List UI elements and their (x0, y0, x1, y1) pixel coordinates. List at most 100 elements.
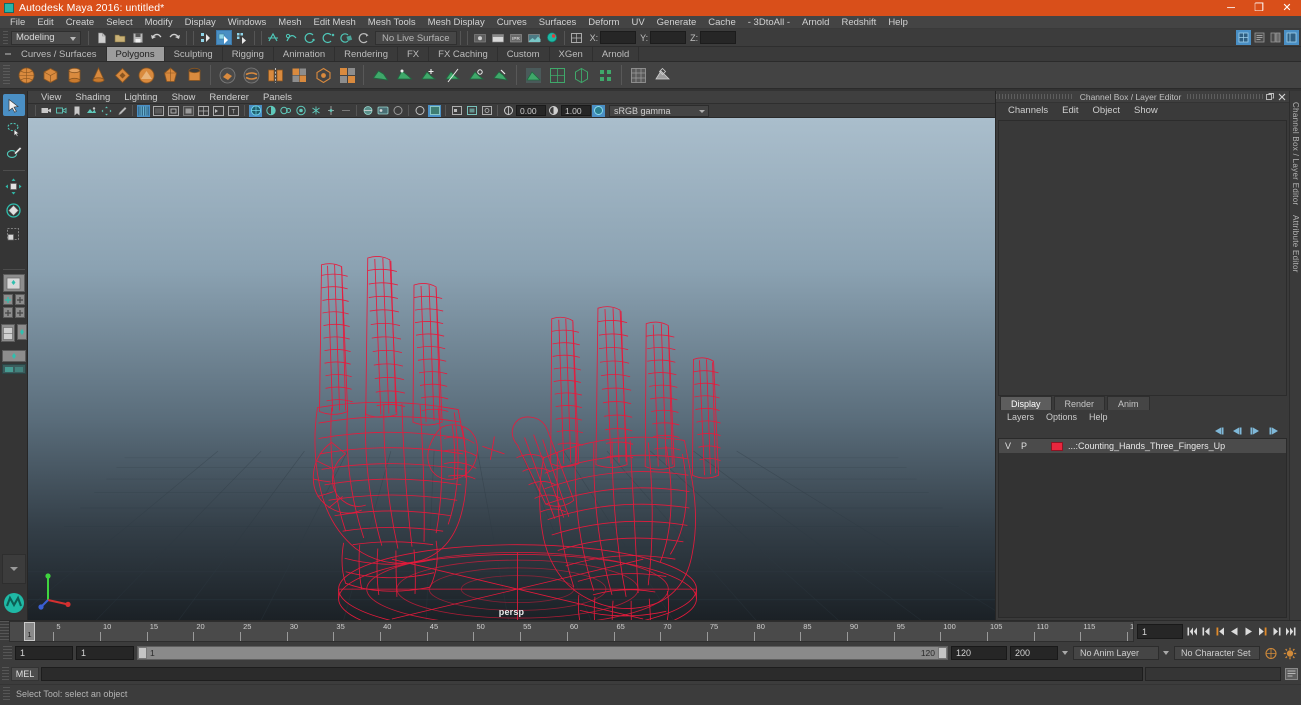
ipr-render-icon[interactable] (490, 30, 506, 45)
step-back-frame-icon[interactable] (1200, 625, 1213, 639)
move-layer-up-icon[interactable] (1268, 426, 1281, 437)
grease-pencil-icon[interactable] (115, 105, 128, 117)
boolean-icon[interactable] (288, 64, 310, 86)
bookmarks-icon[interactable] (70, 105, 83, 117)
collapse-toolbox-button[interactable] (1, 554, 26, 584)
gamma-icon[interactable] (547, 105, 560, 117)
shelf-tab-curves-surfaces[interactable]: Curves / Surfaces (12, 47, 107, 61)
step-forward-frame-icon[interactable] (1270, 625, 1283, 639)
shelf-handle[interactable] (3, 47, 12, 61)
range-start-handle[interactable] (138, 647, 147, 659)
shelf-tab-rendering[interactable]: Rendering (335, 47, 398, 61)
snap-to-projected-center-icon[interactable] (320, 30, 336, 45)
append-polygon-icon[interactable] (417, 64, 439, 86)
rotate-tool[interactable] (3, 199, 25, 221)
paint-select-tool[interactable] (3, 142, 25, 164)
show-hide-modeling-toolkit-icon[interactable] (1236, 30, 1251, 45)
smooth-shade-all-icon[interactable] (480, 105, 493, 117)
lasso-select-tool[interactable] (3, 118, 25, 140)
range-slider-grip[interactable] (3, 645, 12, 661)
film-gate-icon[interactable] (152, 105, 165, 117)
shelf-tab-animation[interactable]: Animation (274, 47, 336, 61)
safe-action-icon[interactable] (197, 105, 210, 117)
color-management-selector[interactable]: sRGB gamma (609, 104, 709, 117)
step-forward-key-icon[interactable] (1256, 625, 1269, 639)
layer-editor-menu-layers[interactable]: Layers (1001, 410, 1040, 424)
motion-blur-icon[interactable] (294, 105, 307, 117)
mirror-geometry-icon[interactable] (264, 64, 286, 86)
menu-item-help[interactable]: Help (882, 16, 914, 29)
uv-editor-icon[interactable] (546, 64, 568, 86)
layer-editor-tab-display[interactable]: Display (1000, 396, 1052, 410)
sidebar-tab-attribute-editor[interactable]: Attribute Editor (1291, 210, 1300, 278)
menu-set-selector[interactable]: Modeling (11, 30, 81, 45)
outliner-persp-layout[interactable] (1, 364, 26, 374)
step-back-key-icon[interactable] (1214, 625, 1227, 639)
menu-item-file[interactable]: File (4, 16, 31, 29)
color-management-icon[interactable] (592, 104, 605, 117)
coord-y-input[interactable] (650, 31, 687, 44)
multisample-icon[interactable] (309, 105, 322, 117)
menu-item-edit-mesh[interactable]: Edit Mesh (308, 16, 362, 29)
show-hide-attribute-editor-icon[interactable] (1252, 30, 1267, 45)
menu-item-surfaces[interactable]: Surfaces (533, 16, 583, 29)
image-plane-icon[interactable] (85, 105, 98, 117)
hypershade-icon[interactable] (544, 30, 560, 45)
render-view-icon[interactable] (526, 30, 542, 45)
bevel-icon[interactable] (369, 64, 391, 86)
polygon-plane-icon[interactable] (135, 64, 157, 86)
polygon-cylinder-icon[interactable] (63, 64, 85, 86)
polygon-cube-icon[interactable] (39, 64, 61, 86)
shaded-display-icon[interactable] (413, 105, 426, 117)
viewport-menu-show[interactable]: Show (165, 91, 203, 104)
channel-box-menu-show[interactable]: Show (1127, 103, 1165, 119)
multi-cut-icon[interactable] (441, 64, 463, 86)
coord-z-input[interactable] (700, 31, 737, 44)
channel-box-menu-object[interactable]: Object (1086, 103, 1127, 119)
menu-item-mesh-display[interactable]: Mesh Display (422, 16, 491, 29)
time-slider-grip[interactable] (0, 621, 9, 642)
menu-item-deform[interactable]: Deform (582, 16, 625, 29)
menu-item-cache[interactable]: Cache (702, 16, 741, 29)
layer-editor-tab-anim[interactable]: Anim (1107, 396, 1150, 410)
character-set-selector[interactable]: No Character Set (1174, 646, 1260, 660)
select-by-component-icon[interactable] (234, 30, 250, 45)
polygon-platonic-icon[interactable] (183, 64, 205, 86)
shelf-grip[interactable] (3, 65, 10, 85)
new-scene-icon[interactable] (94, 30, 110, 45)
smooth-icon[interactable] (312, 64, 334, 86)
two-panes-stacked-layout[interactable] (2, 307, 13, 318)
menu-item-mesh[interactable]: Mesh (272, 16, 307, 29)
viewport-menu-panels[interactable]: Panels (256, 91, 299, 104)
playback-start-field[interactable]: 1 (76, 646, 134, 660)
two-panes-side-layout[interactable] (14, 294, 25, 305)
polygon-soccer-ball-icon[interactable] (627, 64, 649, 86)
layer-editor-tab-render[interactable]: Render (1053, 396, 1106, 410)
anim-start-field[interactable]: 1 (15, 646, 73, 660)
minimize-button[interactable]: ─ (1217, 0, 1245, 16)
new-layer-icon[interactable] (1211, 426, 1224, 437)
anim-layer-selector[interactable]: No Anim Layer (1073, 646, 1159, 660)
polygon-torus-icon[interactable] (111, 64, 133, 86)
character-set-dropdown-arrow[interactable] (1162, 646, 1171, 660)
channel-box-content[interactable] (998, 120, 1287, 396)
viewport-menu-view[interactable]: View (34, 91, 68, 104)
three-panes-layout[interactable] (14, 307, 25, 318)
menu-item-select[interactable]: Select (100, 16, 138, 29)
single-perspective-layout[interactable] (2, 274, 25, 292)
show-hide-channel-box-icon[interactable] (1284, 30, 1299, 45)
film-gate-toggle-icon[interactable] (376, 105, 389, 117)
shelf-tab-fx-caching[interactable]: FX Caching (429, 47, 498, 61)
anim-end-field[interactable]: 200 (1010, 646, 1058, 660)
shelf-tab-sculpting[interactable]: Sculpting (165, 47, 223, 61)
go-to-start-icon[interactable] (1186, 625, 1199, 639)
playback-end-field[interactable]: 120 (951, 646, 1007, 660)
menu-item-redshift[interactable]: Redshift (835, 16, 882, 29)
shelf-tab-polygons[interactable]: Polygons (106, 47, 165, 61)
select-by-object-icon[interactable] (216, 30, 232, 45)
two-d-pan-zoom-icon[interactable] (100, 105, 113, 117)
anim-layer-dropdown-arrow[interactable] (1061, 646, 1070, 660)
render-current-frame-icon[interactable] (472, 30, 488, 45)
polygon-gear-icon[interactable] (594, 64, 616, 86)
separate-icon[interactable] (240, 64, 262, 86)
